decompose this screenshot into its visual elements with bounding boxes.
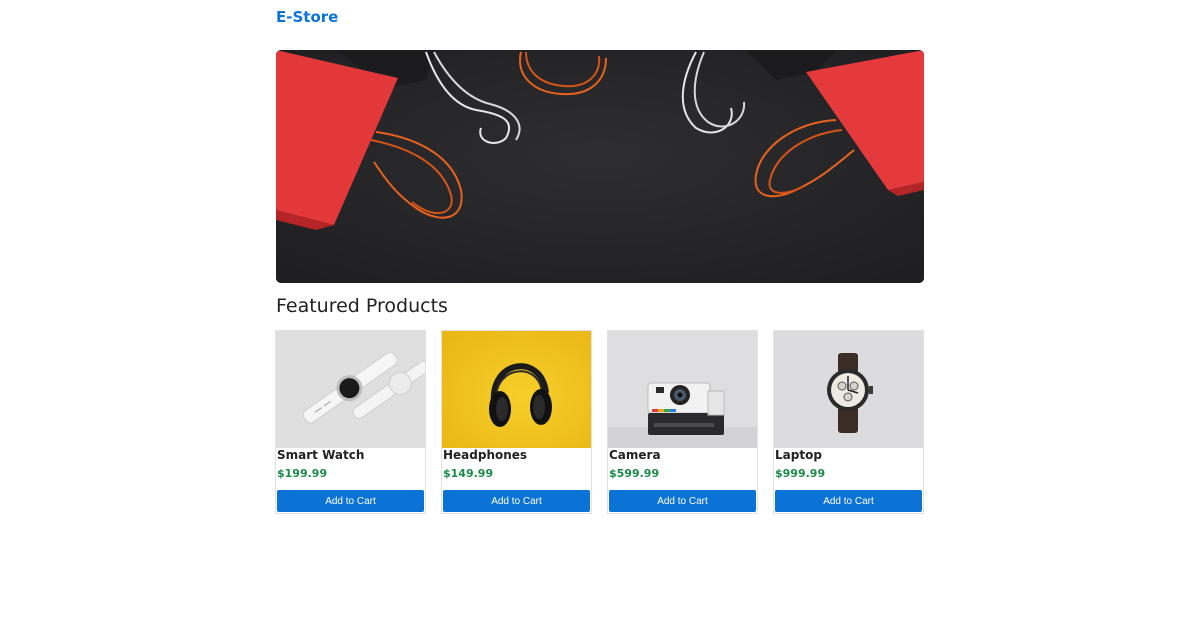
product-price: $199.99 — [277, 467, 328, 480]
product-card-camera[interactable]: Camera $599.99 Add to Cart — [608, 331, 757, 513]
product-price: $999.99 — [775, 467, 826, 480]
product-card-headphones[interactable]: Headphones $149.99 Add to Cart — [442, 331, 591, 513]
product-price: $149.99 — [443, 467, 494, 480]
chronograph-watch-photo — [774, 331, 923, 448]
brand-logo-link[interactable]: E-Store — [276, 8, 338, 26]
product-image-headphones[interactable] — [442, 331, 591, 448]
product-name: Camera — [609, 448, 661, 462]
smart-watch-photo — [276, 331, 425, 448]
product-card-laptop[interactable]: Laptop $999.99 Add to Cart — [774, 331, 923, 513]
add-to-cart-button[interactable]: Add to Cart — [277, 490, 424, 512]
add-to-cart-button[interactable]: Add to Cart — [609, 490, 756, 512]
product-grid: Smart Watch $199.99 Add to Cart Headphon… — [276, 331, 924, 513]
product-image-laptop[interactable] — [774, 331, 923, 448]
product-card-smart-watch[interactable]: Smart Watch $199.99 Add to Cart — [276, 331, 425, 513]
camera-photo — [608, 331, 757, 448]
product-name: Laptop — [775, 448, 822, 462]
product-name: Smart Watch — [277, 448, 365, 462]
add-to-cart-button[interactable]: Add to Cart — [443, 490, 590, 512]
product-name: Headphones — [443, 448, 528, 462]
product-image-camera[interactable] — [608, 331, 757, 448]
add-to-cart-button[interactable]: Add to Cart — [775, 490, 922, 512]
featured-products-heading: Featured Products — [276, 295, 448, 317]
product-image-smart-watch[interactable] — [276, 331, 425, 448]
headphones-photo — [442, 331, 591, 448]
hero-banner — [276, 50, 924, 283]
shopping-bags-banner-image — [276, 50, 924, 283]
product-price: $599.99 — [609, 467, 660, 480]
